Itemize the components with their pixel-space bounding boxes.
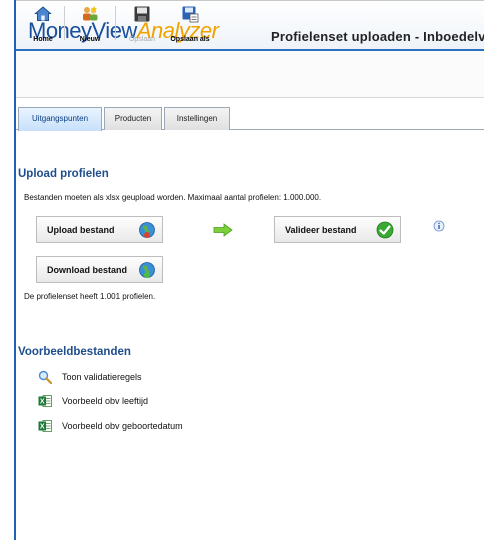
home-button[interactable]: Home — [30, 3, 56, 43]
magnifier-icon — [38, 370, 52, 384]
toolbar — [16, 51, 484, 98]
save-icon — [134, 6, 150, 22]
upload-instruction: Bestanden moeten als xlsx geupload worde… — [24, 193, 322, 202]
home-icon — [34, 6, 52, 21]
validate-file-button[interactable]: Valideer bestand — [274, 216, 401, 243]
upload-file-button[interactable]: Upload bestand — [36, 216, 163, 243]
examples-heading: Voorbeeldbestanden — [18, 346, 131, 358]
tab-instellingen[interactable]: Instellingen — [164, 107, 230, 130]
save-label: Opslaan — [128, 36, 156, 43]
home-label: Home — [33, 36, 53, 43]
arrow-right-icon — [213, 223, 233, 237]
download-file-label: Download bestand — [47, 265, 128, 275]
tab-uitgangspunten[interactable]: Uitgangspunten — [18, 107, 102, 131]
toolbar-separator — [64, 6, 65, 40]
tab-producten[interactable]: Producten — [104, 107, 162, 130]
toolbar-separator — [115, 6, 116, 40]
svg-text:X: X — [40, 399, 45, 406]
download-globe-icon — [139, 262, 155, 278]
profile-count-status: De profielenset heeft 1.001 profielen. — [24, 292, 156, 301]
checkmark-icon — [376, 221, 394, 239]
new-button[interactable]: Nieuw — [73, 3, 107, 43]
info-icon[interactable] — [433, 220, 445, 232]
upload-heading: Upload profielen — [18, 168, 109, 180]
validate-file-label: Valideer bestand — [285, 225, 357, 235]
excel-file-icon: X — [38, 395, 52, 407]
page-title: Profielenset uploaden - Inboedelver — [271, 29, 484, 44]
save-as-button[interactable]: Opslaan als — [164, 3, 216, 43]
save-as-icon — [182, 6, 199, 23]
save-as-label: Opslaan als — [170, 36, 210, 43]
show-validation-rules-link[interactable]: Toon validatieregels — [62, 372, 142, 382]
excel-file-icon: X — [38, 420, 52, 432]
example-by-age-link[interactable]: Voorbeeld obv leeftijd — [62, 396, 148, 406]
save-button[interactable]: Opslaan — [122, 3, 162, 43]
new-label: Nieuw — [79, 36, 101, 43]
upload-file-label: Upload bestand — [47, 225, 115, 235]
upload-globe-icon — [139, 222, 155, 238]
example-by-birthdate-link[interactable]: Voorbeeld obv geboortedatum — [62, 421, 183, 431]
download-file-button[interactable]: Download bestand — [36, 256, 163, 283]
svg-text:X: X — [40, 424, 45, 431]
new-users-icon — [83, 6, 98, 21]
